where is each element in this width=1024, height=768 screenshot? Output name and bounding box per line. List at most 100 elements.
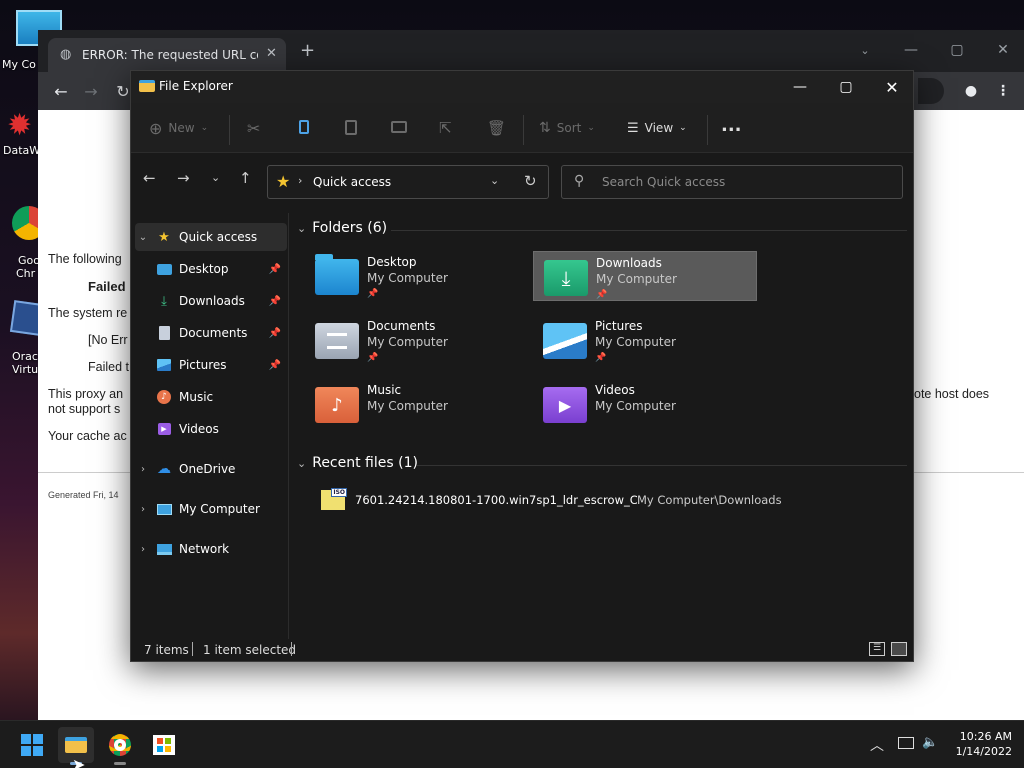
desktop-icon <box>155 261 173 277</box>
taskbar-store[interactable] <box>146 727 182 763</box>
copy-icon[interactable] <box>299 120 309 134</box>
view-button[interactable]: ☰ View ⌄ <box>627 112 687 144</box>
folder-tile-pictures[interactable]: Pictures My Computer 📌 <box>533 315 755 365</box>
start-button[interactable] <box>14 727 50 763</box>
folder-tile-downloads[interactable]: ⤓ Downloads My Computer 📌 <box>533 251 757 301</box>
sidebar-item-label: Quick access <box>179 230 258 244</box>
videos-folder-icon: ▶ <box>543 387 587 423</box>
minimize-icon[interactable]: — <box>896 36 926 64</box>
video-icon: ▶ <box>155 421 173 437</box>
sidebar-item-desktop[interactable]: Desktop 📌 <box>151 255 287 283</box>
chevron-down-icon[interactable]: ⌄ <box>490 174 499 187</box>
address-text: Quick access <box>313 175 392 189</box>
folder-tile-documents[interactable]: Documents My Computer 📌 <box>305 315 527 365</box>
error-text: Failed t <box>88 360 129 374</box>
folder-name: Downloads <box>596 256 662 270</box>
volume-icon[interactable]: 🔈 <box>922 735 938 750</box>
sidebar-item-quick-access[interactable]: ⌄ ★ Quick access <box>135 223 287 251</box>
section-title: Recent files (1) <box>312 455 418 471</box>
folders-section-header[interactable]: ⌄ Folders (6) <box>297 220 387 236</box>
sidebar-item-videos[interactable]: ▶ Videos <box>151 415 287 443</box>
minimize-icon[interactable]: — <box>777 71 823 103</box>
address-bar-end[interactable] <box>918 78 944 104</box>
search-box[interactable]: ⚲ Search Quick access <box>561 165 903 199</box>
close-icon[interactable]: ✕ <box>869 71 915 103</box>
close-tab-icon[interactable]: ✕ <box>266 46 277 61</box>
globe-icon: ◍ <box>60 47 72 62</box>
sort-icon: ⇅ <box>539 120 551 136</box>
recent-locations-icon[interactable]: ⌄ <box>211 171 220 184</box>
forward-icon[interactable]: → <box>177 169 190 187</box>
folder-name: Videos <box>595 383 635 397</box>
pin-icon: 📌 <box>268 359 281 371</box>
divider <box>291 642 292 656</box>
network-status-icon[interactable] <box>898 737 914 749</box>
cut-icon[interactable]: ✂ <box>247 112 260 144</box>
tab-search-icon[interactable]: ⌄ <box>850 36 880 64</box>
downloads-folder-icon: ⤓ <box>544 260 588 296</box>
chevron-down-icon: ⌄ <box>587 123 595 133</box>
tiles-view-icon[interactable] <box>891 642 907 656</box>
maximize-icon[interactable]: ▢ <box>823 71 869 103</box>
file-explorer-icon <box>65 737 87 753</box>
refresh-icon[interactable]: ↻ <box>524 172 537 190</box>
music-folder-icon: ♪ <box>315 387 359 423</box>
star-icon: ★ <box>158 229 170 245</box>
maximize-icon[interactable]: ▢ <box>942 36 972 64</box>
folder-location: My Computer <box>595 399 676 413</box>
clock-time: 10:26 AM <box>959 730 1012 743</box>
sidebar-item-documents[interactable]: Documents 📌 <box>151 319 287 347</box>
taskbar-clock[interactable]: 10:26 AM 1/14/2022 <box>956 729 1012 759</box>
address-bar[interactable]: ★ › Quick access ⌄ ↻ <box>267 165 549 199</box>
browser-tab[interactable]: ◍ ERROR: The requested URL coul ✕ <box>48 38 286 72</box>
sidebar-item-my-computer[interactable]: › My Computer <box>135 495 287 523</box>
pin-icon: 📌 <box>268 295 281 307</box>
new-tab-icon[interactable]: + <box>300 42 315 60</box>
list-item[interactable]: ISO 7601.24214.180801-1700.win7sp1_ldr_e… <box>321 487 901 513</box>
back-icon[interactable]: ← <box>143 169 156 187</box>
view-label: View <box>644 121 674 135</box>
profile-icon[interactable]: ● <box>956 77 986 105</box>
rename-icon[interactable] <box>391 121 407 133</box>
desktop-icon-dataw[interactable]: ✹ DataW <box>3 108 43 157</box>
sidebar-item-network[interactable]: › Network <box>135 535 287 563</box>
more-options-button[interactable]: ... <box>721 109 742 141</box>
sidebar-item-downloads[interactable]: ⤓ Downloads 📌 <box>151 287 287 315</box>
network-icon <box>155 541 173 557</box>
paste-icon[interactable] <box>345 120 357 135</box>
folder-name: Pictures <box>595 319 643 333</box>
file-explorer-icon <box>139 80 155 92</box>
back-icon[interactable]: ← <box>46 77 76 105</box>
delete-icon[interactable]: 🗑 <box>487 112 506 144</box>
sidebar-item-label: Downloads <box>179 294 245 308</box>
folder-name: Music <box>367 383 402 397</box>
title-bar[interactable]: File Explorer — ▢ ✕ <box>131 71 913 103</box>
file-explorer-window: File Explorer — ▢ ✕ ⊕ New ⌄ ✂ ⇱ 🗑 ⇅ Sort… <box>130 70 914 662</box>
error-text: The following <box>48 252 122 266</box>
file-badge: ISO <box>331 488 347 497</box>
folder-tile-desktop[interactable]: Desktop My Computer 📌 <box>305 251 527 301</box>
chevron-up-icon[interactable]: ︿ <box>870 735 884 755</box>
taskbar-chrome[interactable] <box>102 727 138 765</box>
sidebar-item-onedrive[interactable]: › ☁ OneDrive <box>135 455 287 483</box>
forward-icon[interactable]: → <box>76 77 106 105</box>
folder-location: My Computer <box>367 399 448 413</box>
folder-tile-music[interactable]: ♪ Music My Computer <box>305 379 527 429</box>
details-view-icon[interactable]: ☰ <box>869 642 885 656</box>
close-icon[interactable]: ✕ <box>988 36 1018 64</box>
share-icon[interactable]: ⇱ <box>439 112 452 144</box>
windows-icon <box>21 734 43 756</box>
menu-icon[interactable]: ⋮ <box>988 77 1018 105</box>
sidebar-item-pictures[interactable]: Pictures 📌 <box>151 351 287 379</box>
chevron-down-icon: ⌄ <box>679 123 687 133</box>
recent-file-name: 7601.24214.180801-1700.win7sp1_ldr_escro… <box>355 493 637 507</box>
recent-section-header[interactable]: ⌄ Recent files (1) <box>297 455 418 471</box>
new-button[interactable]: ⊕ New ⌄ <box>149 112 208 144</box>
search-icon: ⚲ <box>574 173 585 189</box>
chrome-icon <box>109 734 131 756</box>
folder-location: My Computer <box>367 271 448 285</box>
sidebar-item-music[interactable]: ♪ Music <box>151 383 287 411</box>
sort-button[interactable]: ⇅ Sort ⌄ <box>539 112 595 144</box>
folder-tile-videos[interactable]: ▶ Videos My Computer <box>533 379 755 429</box>
up-icon[interactable]: ↑ <box>239 169 252 187</box>
